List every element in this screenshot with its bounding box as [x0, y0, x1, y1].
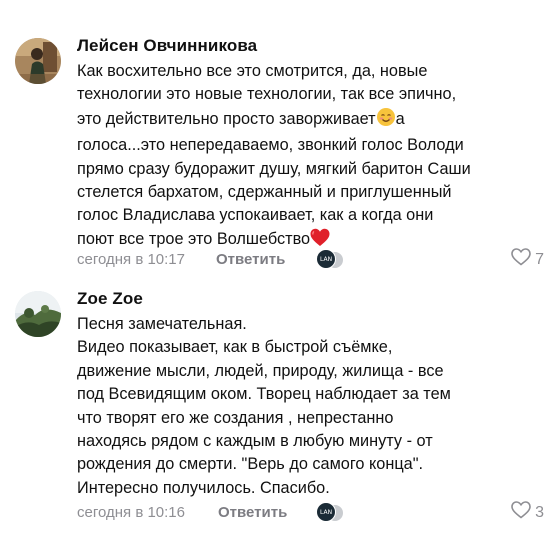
like-count: 7 [535, 250, 544, 268]
liker-avatars[interactable]: LAN [316, 249, 344, 269]
comment-text: Песня замечательная. Видео показывает, к… [77, 313, 547, 500]
reply-button[interactable]: Ответить [218, 504, 287, 521]
smiling-face-emoji-icon [376, 107, 396, 134]
heart-outline-icon [511, 248, 531, 271]
liker-avatars[interactable]: LAN [316, 502, 344, 522]
comment-line: прямо сразу будоражит душу, мягкий барит… [77, 159, 471, 178]
liker-avatar-label: LAN [320, 509, 333, 516]
comment-line: голоса...это непередаваемо, звонкий голо… [77, 136, 464, 155]
comment-line: Видео показывает, как в быстрой съёмке, [77, 338, 393, 357]
comment-line: движение мысли, людей, природу, жилища -… [77, 361, 444, 380]
comment-line: рождения до смерти. "Верь до самого конц… [77, 455, 424, 474]
comment-line: что творят его же создания , непрестанно [77, 408, 394, 427]
comment-text: Как восхительно все это смотрится, да, н… [77, 60, 547, 254]
comment-line: Как восхительно все это смотрится, да, н… [77, 62, 428, 80]
comment-line: это действительно просто заворживает а [77, 107, 547, 134]
like-button[interactable]: 7 [511, 248, 544, 271]
comment-line-suffix: а [395, 109, 405, 128]
author-name[interactable]: Zoe Zoe [77, 289, 143, 309]
comment-line: стелется бархатом, сдержанный и приглуше… [77, 183, 452, 202]
comment-line: под Всевидящим оком. Творец наблюдает за… [77, 385, 451, 404]
liker-avatar-label: LAN [320, 256, 333, 263]
comment-line: технологии это новые технологии, так все… [77, 85, 457, 104]
avatar-zoe[interactable] [15, 291, 61, 337]
comment-line: Интересно получилось. Спасибо. [77, 478, 330, 497]
comments-screen: Лейсен Овчинникова Как восхительно все э… [0, 0, 560, 560]
like-button[interactable]: 3 [511, 501, 544, 524]
like-count: 3 [535, 503, 544, 521]
heart-outline-icon [511, 501, 531, 524]
comment-line: находясь рядом с каждым в любую минуту -… [77, 432, 433, 451]
avatar-leysen[interactable] [15, 38, 61, 84]
comment-line-text: поют все трое это Волшебство [77, 229, 311, 248]
liker-avatar: LAN [316, 502, 336, 522]
reply-button[interactable]: Ответить [216, 251, 285, 268]
comment-line: голос Владислава успокаивает, как а когд… [77, 206, 434, 225]
comment-timestamp: сегодня в 10:17 [77, 251, 185, 268]
comment-line: Песня замечательная. [77, 315, 247, 333]
author-name[interactable]: Лейсен Овчинникова [77, 36, 257, 56]
comment-timestamp: сегодня в 10:16 [77, 504, 185, 521]
liker-avatar: LAN [316, 249, 336, 269]
comment-line-text: это действительно просто заворживает [77, 109, 376, 128]
